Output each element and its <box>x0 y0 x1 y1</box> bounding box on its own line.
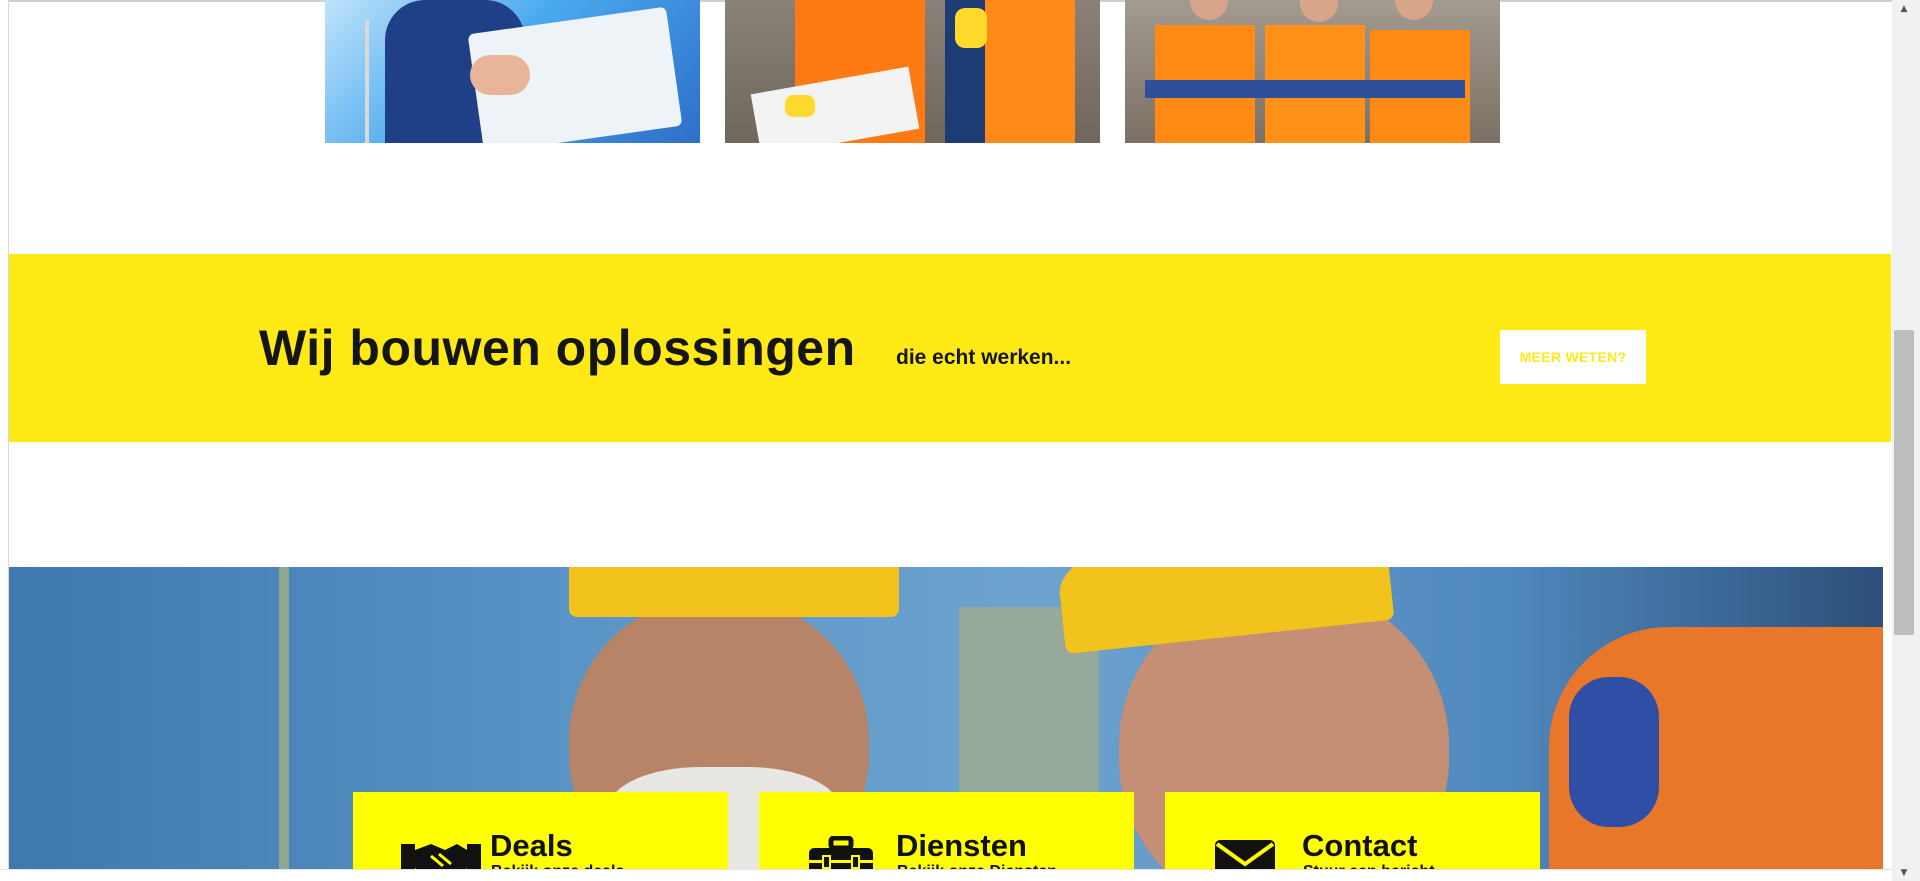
scrollbar-thumb[interactable] <box>1894 330 1914 635</box>
contact-card[interactable]: Contact Stuur een bericht <box>1165 792 1540 881</box>
scroll-down-arrow-icon[interactable]: ▼ <box>1894 866 1914 880</box>
window-left-border <box>0 0 9 881</box>
photo-workers-arms-crossed <box>1125 0 1500 143</box>
meer-weten-button[interactable]: MEER WETEN? <box>1500 330 1646 384</box>
banner-subtitle: die echt werken... <box>896 346 1072 369</box>
photo-workers-reviewing-plans <box>725 0 1100 143</box>
photo-businessman-blueprint <box>325 0 700 143</box>
scroll-up-arrow-icon[interactable]: ▲ <box>1894 2 1914 16</box>
bottom-edge <box>0 869 1920 881</box>
contact-card-title: Contact <box>1302 828 1418 863</box>
deals-card[interactable]: Deals Bekijk onze deals <box>353 792 728 881</box>
diensten-card-title: Diensten <box>896 828 1027 863</box>
call-to-action-banner: Wij bouwen oplossingen die echt werken..… <box>9 254 1891 442</box>
diensten-card[interactable]: Diensten Bekijk onze Diensten <box>759 792 1134 881</box>
banner-title: Wij bouwen oplossingen <box>259 320 856 376</box>
deals-card-title: Deals <box>490 828 573 863</box>
